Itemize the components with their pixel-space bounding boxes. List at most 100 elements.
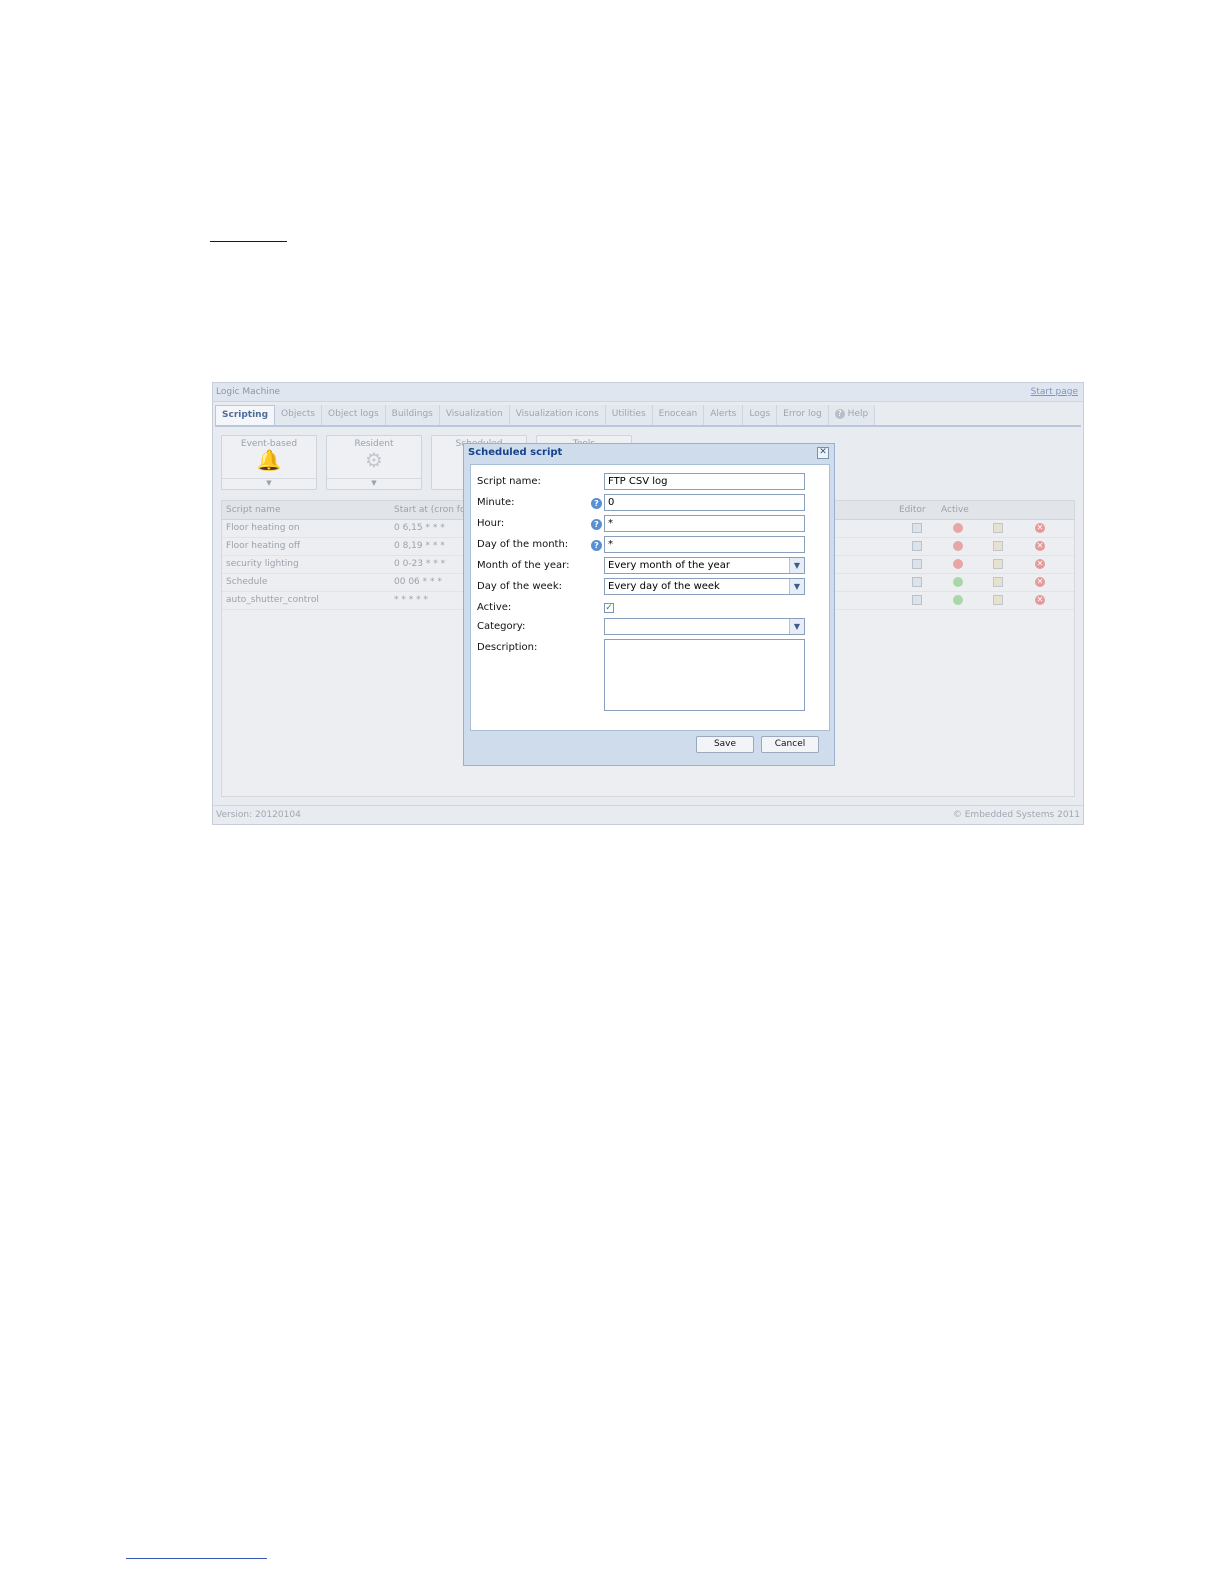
tab-visualization-icons[interactable]: Visualization icons xyxy=(509,405,606,425)
row-cron: 00 06 * * * xyxy=(394,577,442,587)
chevron-down-icon[interactable]: ▼ xyxy=(789,579,804,594)
scheduled-script-dialog: Scheduled script ✕ Script name: FTP CSV … xyxy=(463,443,835,766)
help-icon[interactable]: ? xyxy=(591,498,602,509)
delete-icon[interactable]: ✕ xyxy=(1035,595,1045,605)
tab-error-log[interactable]: Error log xyxy=(777,405,829,425)
active-row: Active: ✓ xyxy=(471,599,829,619)
chevron-down-icon[interactable]: ▼ xyxy=(789,619,804,634)
row-script-name: security lighting xyxy=(226,559,299,569)
notes-icon[interactable] xyxy=(993,523,1003,533)
col-script-name[interactable]: Script name xyxy=(226,505,281,515)
resident-button[interactable]: Resident ⚙ ▼ xyxy=(326,435,422,490)
notes-icon[interactable] xyxy=(993,595,1003,605)
bell-icon: 🔔 xyxy=(256,448,282,472)
minute-label: Minute: xyxy=(477,497,515,508)
tab-utilities[interactable]: Utilities xyxy=(605,405,653,425)
script-name-row: Script name: FTP CSV log xyxy=(471,473,829,493)
dialog-form: Script name: FTP CSV log Minute: ? 0 Hou… xyxy=(470,464,830,731)
hour-label: Hour: xyxy=(477,518,505,529)
cancel-button[interactable]: Cancel xyxy=(761,736,819,753)
edit-icon[interactable] xyxy=(912,541,922,551)
tab-help[interactable]: ? Help xyxy=(828,405,876,425)
description-label: Description: xyxy=(477,642,538,653)
inactive-status-icon[interactable] xyxy=(953,559,963,569)
main-tabs: Scripting Objects Object logs Buildings … xyxy=(215,405,1081,427)
col-active[interactable]: Active xyxy=(941,505,969,515)
description-textarea[interactable] xyxy=(604,639,805,711)
minute-row: Minute: ? 0 xyxy=(471,494,829,514)
dialog-title-text: Scheduled script xyxy=(468,447,563,458)
version-text: Version: 20120104 xyxy=(216,810,301,820)
tab-enocean[interactable]: Enocean xyxy=(652,405,705,425)
row-script-name: Schedule xyxy=(226,577,268,587)
page-underline-bottom xyxy=(126,1558,267,1559)
save-button[interactable]: Save xyxy=(696,736,754,753)
month-select[interactable]: Every month of the year ▼ xyxy=(604,557,805,574)
col-editor[interactable]: Editor xyxy=(899,505,926,515)
month-label: Month of the year: xyxy=(477,560,570,571)
row-cron: 0 8,19 * * * xyxy=(394,541,445,551)
row-script-name: Floor heating off xyxy=(226,541,301,551)
day-of-week-selected-value: Every day of the week xyxy=(608,581,720,592)
gear-icon: ⚙ xyxy=(365,448,383,472)
delete-icon[interactable]: ✕ xyxy=(1035,577,1045,587)
tab-logs[interactable]: Logs xyxy=(743,405,778,425)
script-name-input[interactable]: FTP CSV log xyxy=(604,473,805,490)
event-based-button[interactable]: Event-based 🔔 ▼ xyxy=(221,435,317,490)
description-row: Description: xyxy=(471,639,829,713)
category-row: Category: ▼ xyxy=(471,618,829,638)
active-status-icon[interactable] xyxy=(953,577,963,587)
day-of-week-label: Day of the week: xyxy=(477,581,562,592)
notes-icon[interactable] xyxy=(993,541,1003,551)
inactive-status-icon[interactable] xyxy=(953,541,963,551)
hour-row: Hour: ? * xyxy=(471,515,829,535)
tab-visualization[interactable]: Visualization xyxy=(439,405,510,425)
inactive-status-icon[interactable] xyxy=(953,523,963,533)
chevron-down-icon: ▼ xyxy=(222,478,316,487)
notes-icon[interactable] xyxy=(993,559,1003,569)
tab-object-logs[interactable]: Object logs xyxy=(322,405,386,425)
day-of-month-input[interactable]: * xyxy=(604,536,805,553)
script-name-label: Script name: xyxy=(477,476,541,487)
active-label: Active: xyxy=(477,602,512,613)
app-title: Logic Machine xyxy=(216,387,281,397)
edit-icon[interactable] xyxy=(912,523,922,533)
copyright-text: © Embedded Systems 2011 xyxy=(952,810,1080,820)
row-cron: 0 6,15 * * * xyxy=(394,523,445,533)
minute-input[interactable]: 0 xyxy=(604,494,805,511)
day-of-month-label: Day of the month: xyxy=(477,539,569,550)
help-icon[interactable]: ? xyxy=(591,540,602,551)
page-underline-top xyxy=(210,241,287,242)
day-of-week-select[interactable]: Every day of the week ▼ xyxy=(604,578,805,595)
category-label: Category: xyxy=(477,621,526,632)
active-checkbox[interactable]: ✓ xyxy=(604,603,614,613)
tab-buildings[interactable]: Buildings xyxy=(385,405,440,425)
tab-objects[interactable]: Objects xyxy=(275,405,323,425)
start-page-link[interactable]: Start page xyxy=(1031,383,1078,401)
category-select[interactable]: ▼ xyxy=(604,618,805,635)
help-icon[interactable]: ? xyxy=(591,519,602,530)
month-row: Month of the year: Every month of the ye… xyxy=(471,557,829,577)
delete-icon[interactable]: ✕ xyxy=(1035,541,1045,551)
row-cron: * * * * * xyxy=(394,595,428,605)
row-script-name: Floor heating on xyxy=(226,523,300,533)
hour-input[interactable]: * xyxy=(604,515,805,532)
notes-icon[interactable] xyxy=(993,577,1003,587)
day-of-month-row: Day of the month: ? * xyxy=(471,536,829,556)
tab-help-label: Help xyxy=(847,409,869,419)
chevron-down-icon[interactable]: ▼ xyxy=(789,558,804,573)
delete-icon[interactable]: ✕ xyxy=(1035,559,1045,569)
delete-icon[interactable]: ✕ xyxy=(1035,523,1045,533)
help-icon: ? xyxy=(834,409,845,419)
edit-icon[interactable] xyxy=(912,577,922,587)
day-of-week-row: Day of the week: Every day of the week ▼ xyxy=(471,578,829,598)
edit-icon[interactable] xyxy=(912,559,922,569)
row-cron: 0 0-23 * * * xyxy=(394,559,446,569)
tab-scripting[interactable]: Scripting xyxy=(215,405,276,425)
tab-alerts[interactable]: Alerts xyxy=(704,405,744,425)
active-status-icon[interactable] xyxy=(953,595,963,605)
row-script-name: auto_shutter_control xyxy=(226,595,319,605)
edit-icon[interactable] xyxy=(912,595,922,605)
app-header: Logic Machine Start page xyxy=(213,383,1083,402)
close-icon[interactable]: ✕ xyxy=(817,447,829,459)
